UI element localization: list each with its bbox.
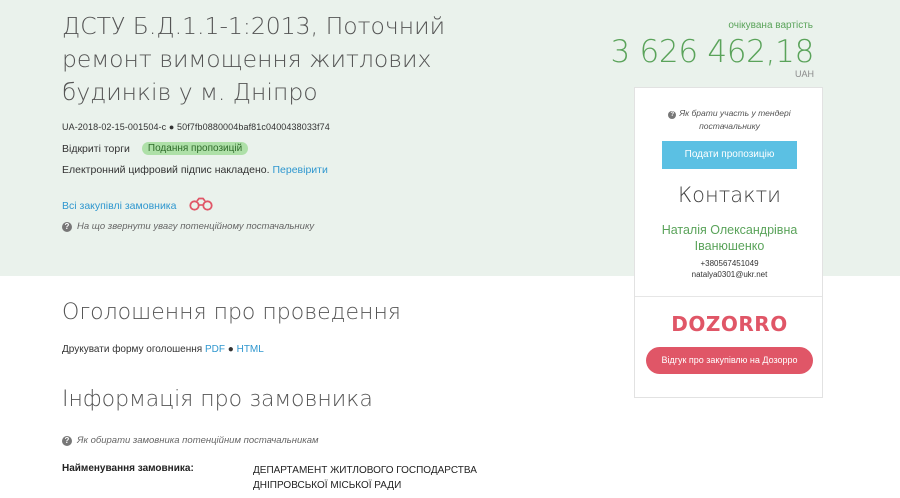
- dozorro-review-button[interactable]: Відгук про закупівлю на Дозорро: [646, 347, 813, 374]
- contact-phone: +380567451049: [700, 259, 759, 268]
- status-badge: Подання пропозицій: [141, 142, 249, 155]
- customer-note[interactable]: ? Як обирати замовника потенційним поста…: [62, 435, 319, 446]
- all-purchases-row: Всі закупівлі замовника: [62, 197, 214, 214]
- customer-info-title: Інформація про замовника: [62, 387, 373, 412]
- tender-title: ДСТУ Б.Д.1.1-1:2013, Поточний ремонт вим…: [62, 12, 446, 106]
- dozorro-logo: DOZORRO: [671, 312, 788, 336]
- how-to-participate[interactable]: ? Як брати участь у тендері постачальнику: [635, 107, 824, 133]
- expected-cost-label: очікувана вартість: [728, 20, 813, 31]
- announcement-title: Оголошення про проведення: [62, 300, 401, 325]
- signature-text: Електронний цифровий підпис накладено.: [62, 164, 270, 176]
- print-separator: ●: [224, 344, 237, 355]
- currency: UAH: [794, 69, 814, 79]
- verify-signature-link[interactable]: Перевірити: [272, 164, 327, 176]
- attention-note[interactable]: ? На що звернути увагу потенційному пост…: [62, 221, 314, 232]
- contact-email: natalya0301@ukr.net: [691, 270, 768, 279]
- customer-name-value: ДЕПАРТАМЕНТ ЖИТЛОВОГО ГОСПОДАРСТВА ДНІПР…: [253, 465, 477, 491]
- question-icon: ?: [668, 111, 677, 119]
- print-html-link[interactable]: HTML: [237, 344, 264, 355]
- tender-id: UA-2018-02-15-001504-c ● 50f7fb0880004ba…: [62, 122, 330, 132]
- signature-row: Електронний цифровий підпис накладено. П…: [62, 164, 328, 176]
- customer-name-label: Найменування замовника:: [62, 463, 194, 474]
- expected-cost-value: 3 626 462,18: [610, 34, 815, 70]
- card-divider: [635, 296, 822, 297]
- participation-card: ? Як брати участь у тендері постачальнику…: [634, 87, 823, 398]
- contacts-title: Контакти: [678, 183, 781, 207]
- print-pdf-link[interactable]: PDF: [205, 344, 225, 355]
- attention-note-text: На що звернути увагу потенційному постач…: [77, 221, 315, 232]
- submit-proposal-button[interactable]: Подати пропозицію: [662, 141, 797, 169]
- all-purchases-link[interactable]: Всі закупівлі замовника: [62, 200, 176, 212]
- contact-name: Наталія Олександрівна Іванюшенко: [661, 223, 798, 253]
- procedure-row: Відкриті торги Подання пропозицій: [62, 142, 249, 155]
- how-to-text: Як брати участь у тендері постачальнику: [679, 108, 791, 131]
- question-icon: ?: [62, 221, 72, 232]
- question-icon: ?: [62, 435, 72, 446]
- customer-note-text: Як обирати замовника потенційним постача…: [77, 435, 319, 446]
- binoculars-icon[interactable]: [188, 197, 214, 214]
- procedure-type: Відкриті торги: [62, 142, 130, 155]
- print-form-text: Друкувати форму оголошення: [62, 344, 203, 355]
- print-form-row: Друкувати форму оголошення PDF ● HTML: [62, 344, 264, 355]
